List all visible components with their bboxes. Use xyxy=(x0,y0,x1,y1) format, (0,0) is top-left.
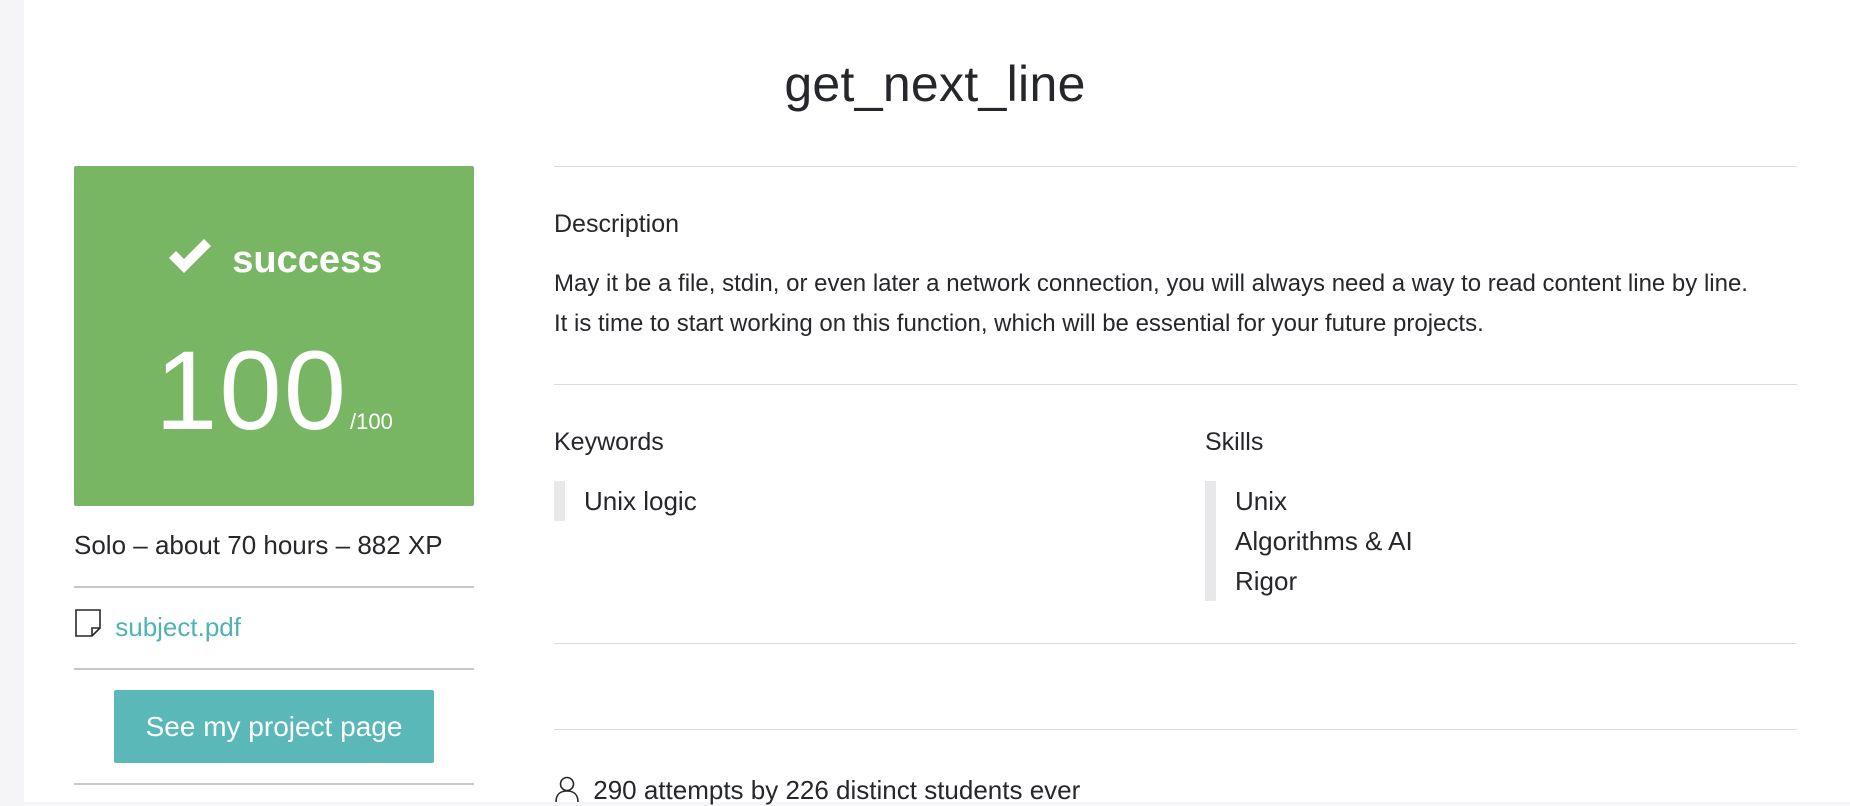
description-heading: Description xyxy=(554,210,680,238)
divider xyxy=(74,586,474,588)
status-row: success xyxy=(74,236,474,282)
score-row: 100/100 xyxy=(74,326,474,455)
divider xyxy=(554,166,1797,167)
score-max: /100 xyxy=(350,409,393,434)
skill-item: Rigor xyxy=(1235,566,1298,596)
divider xyxy=(554,643,1797,644)
subject-pdf-link[interactable]: subject.pdf xyxy=(115,612,241,642)
project-page: get_next_line success 100/100 Solo – abo… xyxy=(24,0,1850,805)
skills-heading: Skills xyxy=(1205,428,1264,456)
attempts-stat: 290 attempts by 226 distinct students ev… xyxy=(554,775,1080,806)
status-label: success xyxy=(232,239,383,281)
skill-item: Unix xyxy=(1235,486,1288,516)
score-card: success 100/100 xyxy=(74,166,474,506)
keywords-heading: Keywords xyxy=(554,428,664,456)
document-icon xyxy=(74,609,115,642)
project-meta: Solo – about 70 hours – 882 XP xyxy=(74,530,443,560)
keyword-item: Unix logic xyxy=(584,486,697,516)
divider xyxy=(74,668,474,670)
divider xyxy=(554,729,1797,730)
description-line: May it be a file, stdin, or even later a… xyxy=(554,270,1748,297)
attempts-text: 290 attempts by 226 distinct students ev… xyxy=(593,775,1081,805)
page-title: get_next_line xyxy=(784,56,1086,112)
skills-list: Unix Algorithms & AI Rigor xyxy=(1205,481,1413,601)
subject-row: subject.pdf xyxy=(74,608,241,643)
description-text: May it be a file, stdin, or even later a… xyxy=(554,264,1804,344)
description-line: It is time to start working on this func… xyxy=(554,310,1484,337)
divider xyxy=(74,783,474,785)
skill-item: Algorithms & AI xyxy=(1235,526,1413,556)
divider xyxy=(554,384,1797,385)
checkmark-icon xyxy=(166,239,233,281)
keywords-list: Unix logic xyxy=(554,481,697,521)
user-icon xyxy=(554,775,593,805)
see-project-page-button[interactable]: See my project page xyxy=(114,690,434,763)
score-value: 100 xyxy=(155,328,349,453)
